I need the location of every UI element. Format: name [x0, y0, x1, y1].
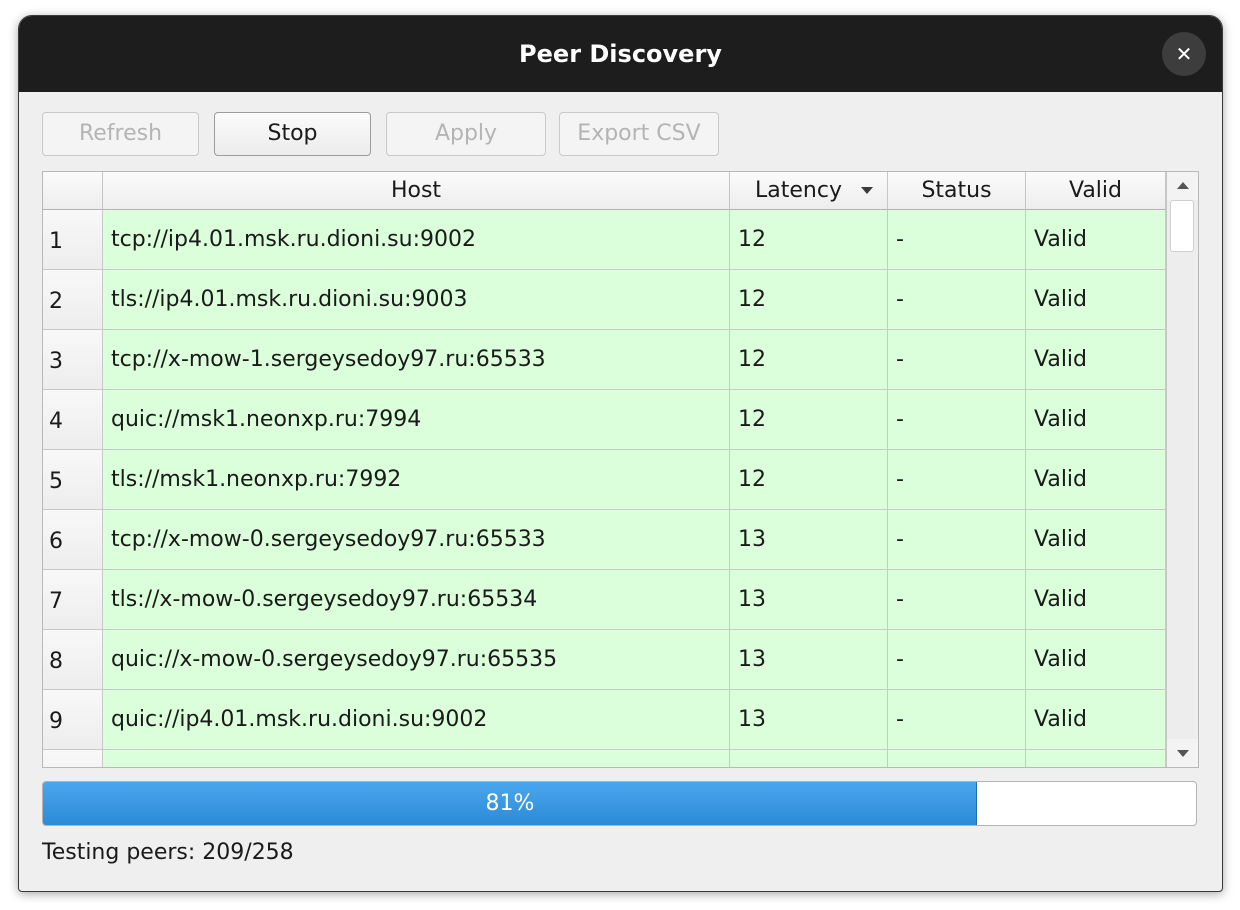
status-cell[interactable]: - [888, 450, 1026, 510]
status-cell[interactable]: - [888, 630, 1026, 690]
latency-cell[interactable]: 13 [730, 510, 888, 570]
valid-cell[interactable]: Valid [1026, 270, 1166, 330]
row-number-cell[interactable]: 9 [43, 690, 103, 750]
valid-cell[interactable]: Valid [1026, 450, 1166, 510]
peers-table: Host Latency Status Valid 1 tcp://ip4.01.… [42, 171, 1199, 768]
close-button[interactable]: ✕ [1162, 32, 1206, 76]
host-cell[interactable] [103, 750, 730, 767]
status-cell[interactable]: - [888, 330, 1026, 390]
valid-cell[interactable]: Valid [1026, 690, 1166, 750]
host-cell[interactable]: tls://ip4.01.msk.ru.dioni.su:9003 [103, 270, 730, 330]
host-cell[interactable]: tcp://ip4.01.msk.ru.dioni.su:9002 [103, 210, 730, 270]
column-header-latency[interactable]: Latency [730, 172, 888, 210]
close-icon: ✕ [1175, 42, 1193, 66]
latency-cell[interactable]: 12 [730, 270, 888, 330]
valid-cell[interactable]: Valid [1026, 330, 1166, 390]
column-header-host[interactable]: Host [103, 172, 730, 210]
progress-bar: 81% [42, 781, 1197, 826]
latency-cell[interactable]: 12 [730, 390, 888, 450]
row-number-cell[interactable]: 2 [43, 270, 103, 330]
valid-cell[interactable]: Valid [1026, 630, 1166, 690]
row-number-cell[interactable]: 7 [43, 570, 103, 630]
export-csv-button[interactable]: Export CSV [559, 112, 719, 156]
latency-cell[interactable] [730, 750, 888, 767]
column-header-status-label: Status [921, 178, 992, 203]
valid-cell[interactable] [1026, 750, 1166, 767]
row-number-cell[interactable]: 5 [43, 450, 103, 510]
column-header-host-label: Host [390, 178, 442, 203]
table-row[interactable]: 8 quic://x-mow-0.sergeysedoy97.ru:65535 13… [43, 630, 1166, 690]
host-cell[interactable]: tcp://x-mow-0.sergeysedoy97.ru:65533 [103, 510, 730, 570]
status-cell[interactable]: - [888, 510, 1026, 570]
table-row[interactable]: 5 tls://msk1.neonxp.ru:7992 12- Valid [43, 450, 1166, 510]
valid-cell[interactable]: Valid [1026, 210, 1166, 270]
table-row[interactable] [43, 750, 1166, 767]
status-cell[interactable]: - [888, 690, 1026, 750]
stop-button[interactable]: Stop [214, 112, 371, 156]
column-header-valid-label: Valid [1068, 178, 1122, 203]
apply-button[interactable]: Apply [386, 112, 546, 156]
table-body: 1 tcp://ip4.01.msk.ru.dioni.su:9002 12- Val… [43, 210, 1166, 767]
status-cell[interactable] [888, 750, 1026, 767]
table-row[interactable]: 4 quic://msk1.neonxp.ru:7994 12- Valid [43, 390, 1166, 450]
row-number-cell[interactable]: 4 [43, 390, 103, 450]
row-number-cell[interactable]: 1 [43, 210, 103, 270]
row-number-cell[interactable]: 6 [43, 510, 103, 570]
latency-cell[interactable]: 13 [730, 690, 888, 750]
row-number-cell[interactable] [43, 750, 103, 767]
table-row[interactable]: 9 quic://ip4.01.msk.ru.dioni.su:9002 13- Va… [43, 690, 1166, 750]
scroll-down-button[interactable] [1167, 739, 1198, 767]
arrow-up-icon [1177, 182, 1189, 189]
table-row[interactable]: 7 tls://x-mow-0.sergeysedoy97.ru:65534 13-… [43, 570, 1166, 630]
latency-cell[interactable]: 12 [730, 330, 888, 390]
row-header-corner [43, 172, 103, 210]
host-cell[interactable]: tcp://x-mow-1.sergeysedoy97.ru:65533 [103, 330, 730, 390]
status-cell[interactable]: - [888, 210, 1026, 270]
host-cell[interactable]: tls://msk1.neonxp.ru:7992 [103, 450, 730, 510]
latency-cell[interactable]: 13 [730, 570, 888, 630]
peer-discovery-dialog: Peer Discovery ✕ Refresh Stop Apply Expo… [18, 15, 1223, 892]
table-row[interactable]: 3 tcp://x-mow-1.sergeysedoy97.ru:65533 12-… [43, 330, 1166, 390]
latency-cell[interactable]: 13 [730, 630, 888, 690]
latency-cell[interactable]: 12 [730, 450, 888, 510]
row-number-cell[interactable]: 3 [43, 330, 103, 390]
scroll-up-button[interactable] [1167, 172, 1198, 200]
column-header-valid[interactable]: Valid [1026, 172, 1166, 210]
status-cell[interactable]: - [888, 570, 1026, 630]
host-cell[interactable]: quic://x-mow-0.sergeysedoy97.ru:65535 [103, 630, 730, 690]
status-text: Testing peers: 209/258 [42, 840, 294, 865]
title-bar: Peer Discovery ✕ [19, 16, 1222, 92]
table-row[interactable]: 6 tcp://x-mow-0.sergeysedoy97.ru:65533 13-… [43, 510, 1166, 570]
arrow-down-icon [1177, 750, 1189, 757]
host-cell[interactable]: quic://ip4.01.msk.ru.dioni.su:9002 [103, 690, 730, 750]
progress-label: 81% [485, 791, 535, 816]
window-title: Peer Discovery [519, 40, 722, 68]
status-cell[interactable]: - [888, 270, 1026, 330]
valid-cell[interactable]: Valid [1026, 570, 1166, 630]
latency-cell[interactable]: 12 [730, 210, 888, 270]
row-number-cell[interactable]: 8 [43, 630, 103, 690]
column-header-latency-label: Latency [755, 178, 842, 203]
valid-cell[interactable]: Valid [1026, 510, 1166, 570]
host-cell[interactable]: quic://msk1.neonxp.ru:7994 [103, 390, 730, 450]
scroll-thumb[interactable] [1170, 200, 1194, 252]
table-row[interactable]: 1 tcp://ip4.01.msk.ru.dioni.su:9002 12- Val… [43, 210, 1166, 270]
column-header-status[interactable]: Status [888, 172, 1026, 210]
status-cell[interactable]: - [888, 390, 1026, 450]
host-cell[interactable]: tls://x-mow-0.sergeysedoy97.ru:65534 [103, 570, 730, 630]
refresh-button[interactable]: Refresh [42, 112, 199, 156]
table-row[interactable]: 2 tls://ip4.01.msk.ru.dioni.su:9003 12- Val… [43, 270, 1166, 330]
sort-descending-icon [861, 187, 873, 194]
valid-cell[interactable]: Valid [1026, 390, 1166, 450]
vertical-scrollbar[interactable] [1166, 172, 1198, 767]
